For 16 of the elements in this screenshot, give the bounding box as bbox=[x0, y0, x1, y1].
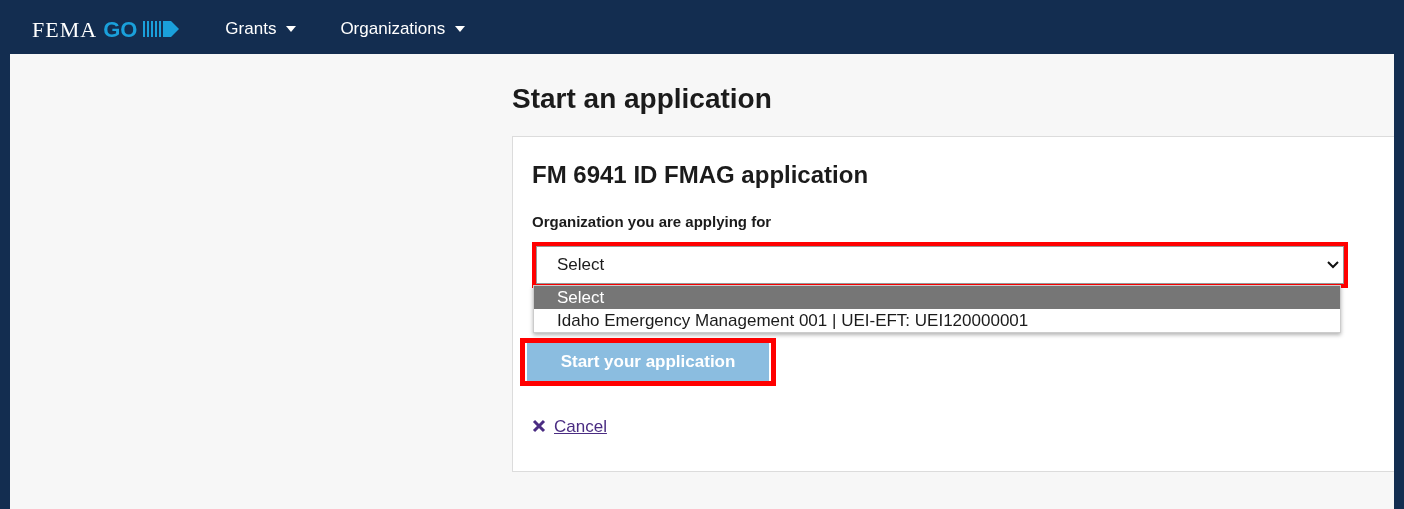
dropdown-option[interactable]: Select bbox=[534, 286, 1340, 309]
card-title: FM 6941 ID FMAG application bbox=[532, 160, 870, 190]
close-icon bbox=[532, 419, 546, 434]
page-title: Start an application bbox=[512, 82, 773, 116]
organization-select[interactable]: Select bbox=[537, 246, 1343, 283]
nav-menu[interactable]: Grants bbox=[225, 16, 297, 42]
logo-accent: GO bbox=[103, 15, 138, 44]
chevron-down-icon bbox=[1327, 260, 1339, 269]
logo[interactable]: FEMA GO bbox=[32, 12, 182, 46]
caret-icon bbox=[286, 26, 297, 32]
caret-icon bbox=[455, 26, 466, 32]
cancel-link[interactable]: Cancel bbox=[554, 413, 607, 439]
dropdown-option[interactable]: Idaho Emergency Management 001 | UEI-EFT: UEI120000001 bbox=[534, 309, 1340, 332]
logo-word: FEMA bbox=[32, 15, 98, 44]
nav-menu[interactable]: Organizations bbox=[340, 16, 466, 42]
field-label: Organization you are applying for bbox=[532, 212, 773, 232]
